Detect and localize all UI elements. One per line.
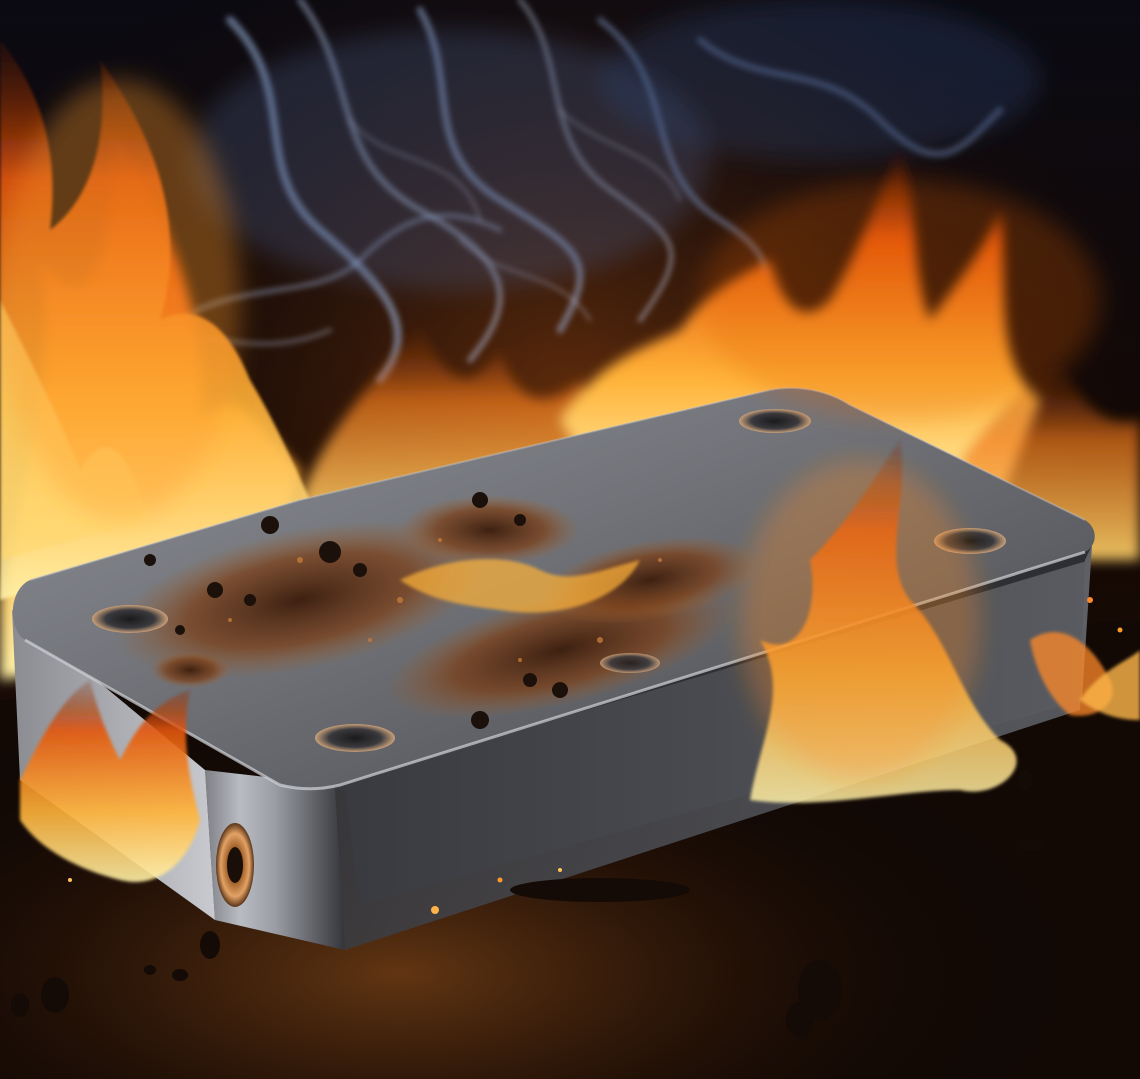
screw-hole-left	[92, 605, 168, 633]
screw-hole-back	[739, 409, 811, 433]
terminal-core	[227, 847, 243, 883]
screw-hole-front	[315, 724, 395, 752]
screw-hole-mid	[600, 653, 660, 673]
photo-scene	[0, 0, 1140, 1079]
